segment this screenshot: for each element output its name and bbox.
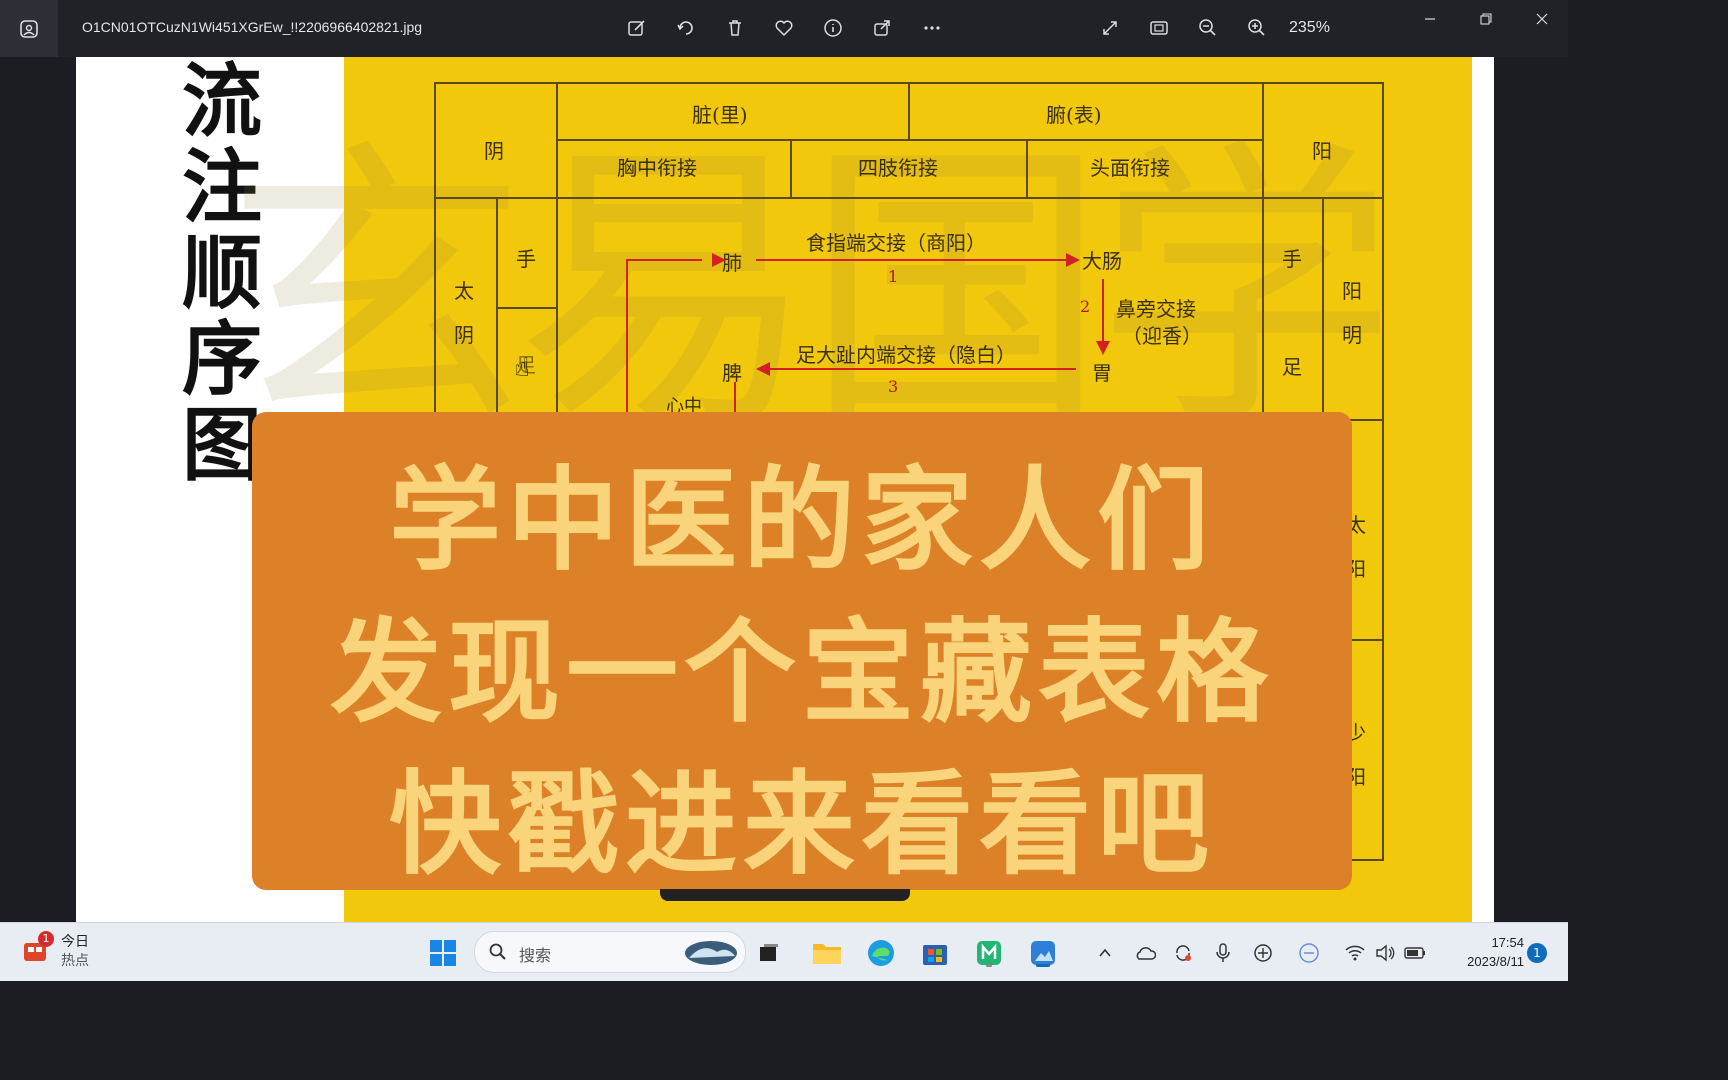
battery-icon[interactable] — [1398, 936, 1432, 970]
keyboard-badge-icon[interactable] — [1292, 936, 1326, 970]
task-view-icon[interactable] — [752, 936, 786, 970]
share-icon[interactable] — [868, 14, 896, 42]
overlay-line-2: 发现一个宝藏表格 — [330, 608, 1274, 738]
title-bar: O1CN01OTCuzN1Wi451XGrEw_!!2206966402821.… — [0, 0, 1568, 57]
chevron-up-icon[interactable] — [1088, 936, 1122, 970]
store-icon[interactable] — [918, 936, 952, 970]
info-icon[interactable] — [819, 14, 847, 42]
sync-icon[interactable] — [1166, 936, 1200, 970]
wifi-icon[interactable] — [1338, 936, 1372, 970]
file-explorer-icon[interactable] — [810, 936, 844, 970]
image-edge-shadow — [660, 889, 910, 901]
taskbar-search[interactable]: 搜索 — [474, 931, 746, 973]
taskbar: 1 今日 热点 搜索 17:54 2023/8/11 1 — [0, 922, 1568, 981]
microphone-icon[interactable] — [1206, 936, 1240, 970]
weather-badge: 1 — [38, 931, 54, 947]
search-highlight-icon — [685, 941, 737, 965]
close-icon[interactable] — [1522, 6, 1562, 32]
zoom-in-icon[interactable] — [1243, 14, 1271, 42]
photos-taskbar-icon[interactable] — [1026, 936, 1060, 970]
weather-label[interactable]: 今日 热点 — [61, 933, 89, 971]
file-name: O1CN01OTCuzN1Wi451XGrEw_!!2206966402821.… — [82, 19, 423, 35]
editor-app-icon[interactable] — [972, 936, 1006, 970]
onedrive-icon[interactable] — [1128, 936, 1162, 970]
restore-icon[interactable] — [1466, 6, 1506, 32]
start-button[interactable] — [426, 936, 460, 970]
minimize-icon[interactable] — [1410, 6, 1450, 32]
fit-icon[interactable] — [1145, 14, 1173, 42]
zoom-out-icon[interactable] — [1194, 14, 1222, 42]
photos-app-icon[interactable] — [0, 0, 58, 57]
notification-badge[interactable]: 1 — [1527, 943, 1547, 963]
overlay-line-3: 快戳进来看看吧 — [389, 760, 1215, 890]
edit-icon[interactable] — [623, 14, 651, 42]
input-method-icon[interactable] — [1246, 936, 1280, 970]
promo-overlay: 学中医的家人们 发现一个宝藏表格 快戳进来看看吧 — [252, 412, 1352, 890]
edge-browser-icon[interactable] — [864, 936, 898, 970]
overlay-line-1: 学中医的家人们 — [389, 456, 1215, 586]
zoom-level[interactable]: 235% — [1289, 19, 1330, 37]
image-viewer[interactable]: 流 注 顺 序 图 玄易国学 阴 阳 脏(里) 腑(表) 胸中衔接 四肢衔接 头… — [0, 57, 1568, 922]
delete-icon[interactable] — [721, 14, 749, 42]
search-placeholder: 搜索 — [519, 946, 552, 965]
fullscreen-icon[interactable] — [1096, 14, 1124, 42]
hand-cursor-icon: ☝ — [514, 353, 530, 383]
more-icon[interactable] — [918, 14, 946, 42]
volume-icon[interactable] — [1368, 936, 1402, 970]
rotate-icon[interactable] — [672, 14, 700, 42]
search-icon — [489, 943, 506, 960]
system-clock[interactable]: 17:54 2023/8/11 — [1438, 933, 1524, 971]
favorite-icon[interactable] — [770, 14, 798, 42]
